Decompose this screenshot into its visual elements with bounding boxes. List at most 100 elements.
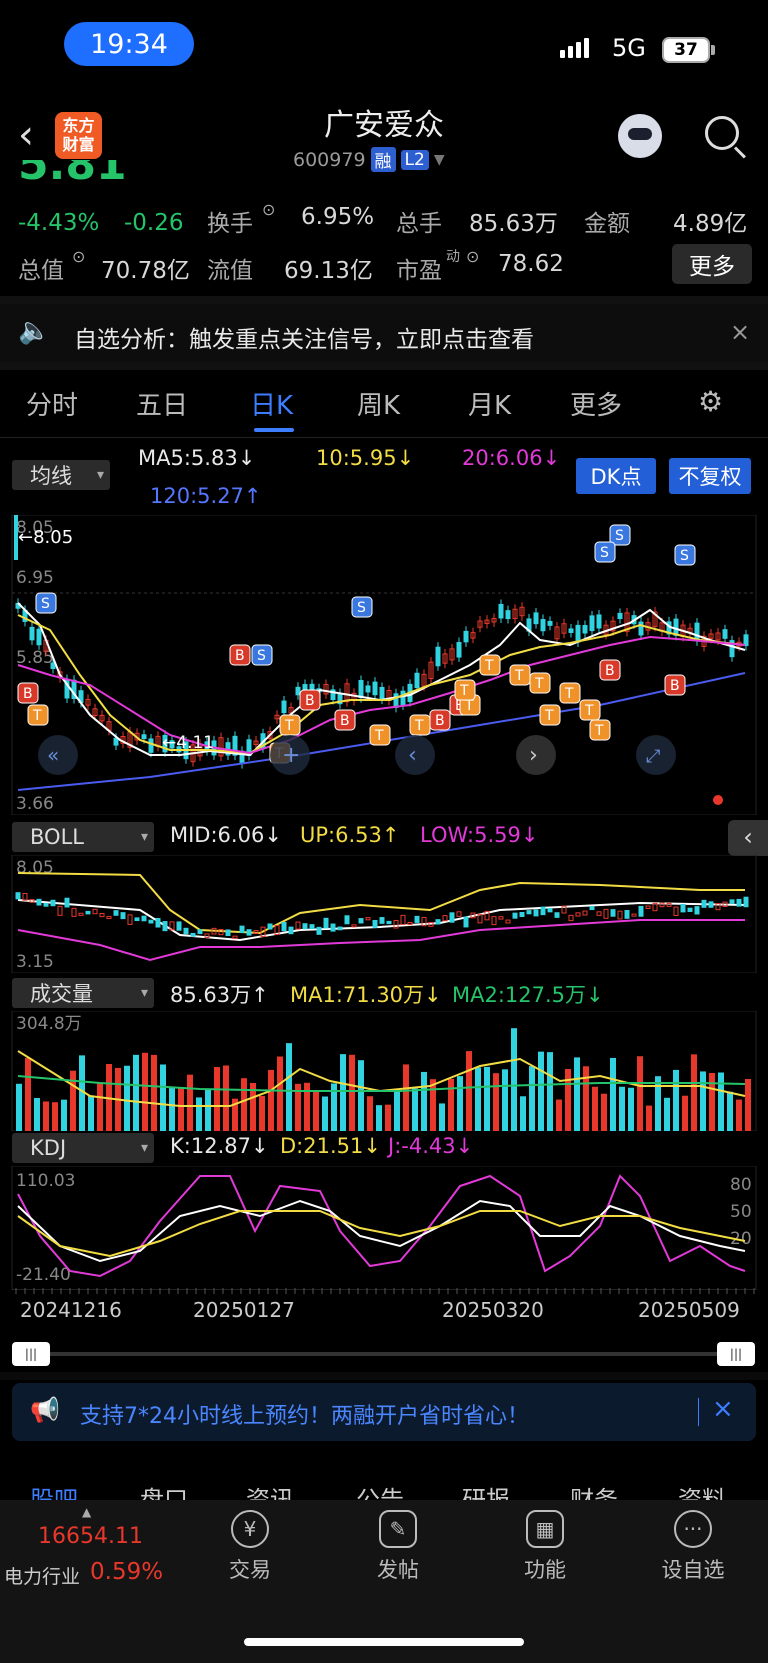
functions-button[interactable]: ▦ 功能 [490,1510,600,1584]
pe-label: 市盈 [396,258,442,284]
boll-candle [519,912,525,918]
boll-candle [554,912,560,918]
dk-point-button[interactable]: DK点 [576,458,656,494]
home-indicator [244,1638,524,1646]
no-adjust-button[interactable]: 不复权 [669,458,751,494]
volume-bar [124,1065,130,1131]
boll-candle [316,926,322,935]
change-amount: -0.26 [124,210,184,236]
signal-badge: B [599,659,621,681]
trade-button[interactable]: ¥ 交易 [195,1510,305,1584]
range-track [14,1352,754,1356]
add-watchlist-button[interactable]: ··· 设自选 [638,1510,748,1584]
close-icon[interactable]: × [712,1394,734,1424]
boll-candle [43,902,49,907]
collapse-chevron-icon[interactable]: ‹ [728,820,768,856]
signal-badge: T [539,704,561,726]
volume-bar [502,1069,508,1131]
boll-candle [414,915,420,923]
ma20-value: 20:6.06↓ [462,446,561,470]
boll-candle [638,905,644,917]
volume-selector[interactable]: 成交量 [12,978,154,1008]
boll-candle [92,908,98,915]
robot-assistant-icon[interactable] [618,114,662,158]
volume-bar [34,1097,40,1131]
volume-bar [142,1052,148,1131]
boll-candle [267,923,273,930]
grid-icon: ▦ [526,1510,564,1548]
boll-candle [512,912,518,919]
kdj-50-label: 50 [730,1202,752,1222]
boll-candle [449,912,455,923]
boll-candle [99,913,105,918]
signal-badge: T [27,704,49,726]
svg-text:B: B [340,713,350,729]
volume-bar [25,1057,31,1131]
candle [14,515,18,560]
boll-candle [337,926,343,931]
close-icon[interactable]: × [730,318,750,346]
tab-weekly-k[interactable]: 周K [357,385,400,422]
kdj-selector[interactable]: KDJ [12,1133,154,1163]
tab-daily-k[interactable]: 日K [250,385,293,422]
boll-candle [631,913,637,917]
volume-bar [565,1068,571,1131]
boll-candle [71,907,77,917]
info-icon[interactable]: ⊙ [262,200,275,219]
boll-candle [407,921,413,926]
signal-badge: T [409,714,431,736]
volume-bar [151,1054,157,1131]
svg-text:B: B [23,686,33,702]
tab-five-day[interactable]: 五日 [136,385,188,422]
boll-candle [36,898,42,906]
info-icon[interactable]: ⊙ [72,247,85,266]
boll-selector[interactable]: BOLL [12,822,154,852]
tab-more[interactable]: 更多 [570,385,622,422]
kdj-chart: 110.03 -21.40 80 50 20 [11,1166,757,1290]
signal-badge: B [299,689,321,711]
range-handle-right[interactable]: ||| [717,1342,755,1366]
svg-text:T: T [459,683,469,699]
divider [698,1398,699,1426]
index-pct[interactable]: 0.59% [90,1559,163,1585]
post-button[interactable]: ✎ 发帖 [343,1510,453,1584]
kdj-k: K:12.87↓ [170,1134,269,1158]
ma10-value: 10:5.95↓ [316,446,415,470]
svg-text:T: T [32,708,42,724]
volume-bar [340,1054,346,1131]
volume-bar [592,1086,598,1131]
stock-code-row[interactable]: 600979 融 L2 ▼ [293,147,445,172]
volume-bar [169,1087,175,1131]
banner-text[interactable]: 支持7*24小时线上预约！两融开户省时省心！ [80,1398,529,1430]
live-dot [713,795,723,805]
boll-candle [344,915,350,925]
tab-monthly-k[interactable]: 月K [468,385,511,422]
ma-selector[interactable]: 均线 [12,460,110,490]
volume-bar [196,1097,202,1131]
tab-intraday[interactable]: 分时 [26,385,78,422]
svg-text:T: T [534,676,544,692]
boll-candle [365,917,371,921]
boll-candle [463,916,469,928]
info-icon[interactable]: ⊙ [466,247,479,266]
kline-chart[interactable]: 8.05 ←8.05 6.95 5.85 3.66 SSSSSSBBBBBBBB… [0,515,768,815]
volume-ma2: MA2:127.5万↓ [452,983,604,1007]
range-handle-left[interactable]: ||| [12,1342,50,1366]
search-icon[interactable] [705,116,739,150]
volume-value: 85.63万↑ [170,983,269,1007]
svg-text:S: S [357,600,366,616]
index-name[interactable]: 电力行业 [4,1562,80,1589]
double-chevron-left-icon: « [47,743,59,767]
gear-icon[interactable]: ⚙ [698,385,723,418]
boll-candle [197,929,203,935]
volume-bar [583,1066,589,1131]
boll-candle [323,917,329,929]
more-button[interactable]: 更多 [672,244,752,284]
svg-text:B: B [435,713,445,729]
signal-badge: B [17,682,39,704]
index-value[interactable]: 16654.11 [38,1524,143,1549]
signal-badge: T [479,654,501,676]
alert-text[interactable]: 自选分析：触发重点关注信号，立即点击查看 [74,320,534,354]
dropdown-icon[interactable]: ▼ [434,152,445,168]
boll-candle [15,892,21,900]
